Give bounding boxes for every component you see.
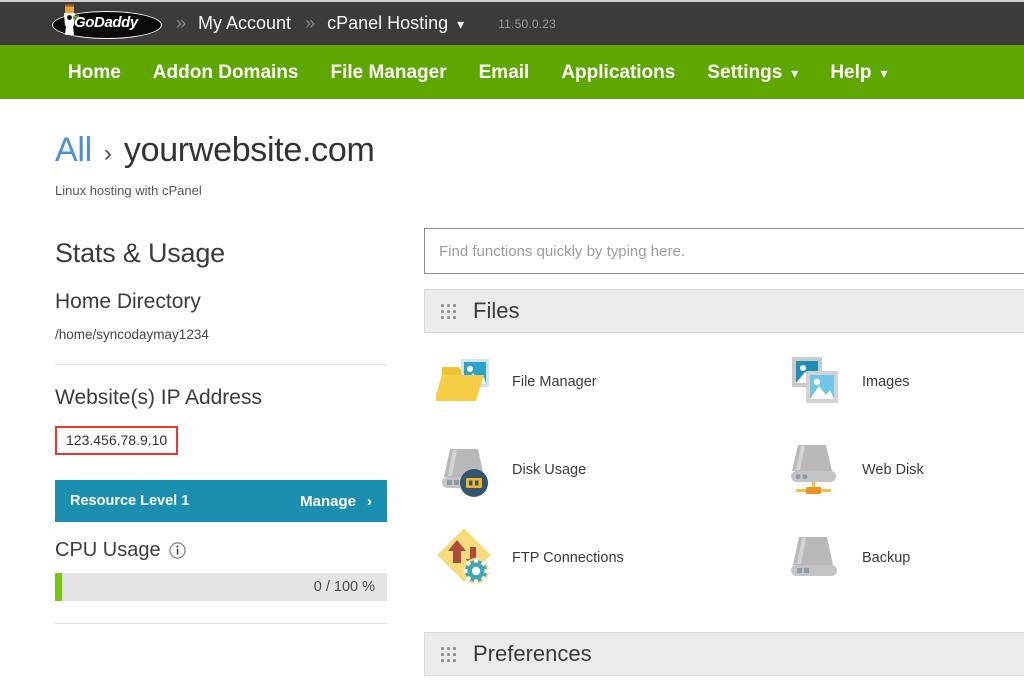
resource-level-banner[interactable]: Resource Level 1 Manage › <box>55 480 387 522</box>
backup-drive-icon <box>786 527 848 589</box>
nav-item-help[interactable]: Help ▾ <box>830 63 887 82</box>
cpu-usage-bar-fill <box>55 573 62 601</box>
cpanel-page: GoDaddy » My Account » cPanel Hosting ▾ 1… <box>0 0 1024 684</box>
main-nav: Home Addon Domains File Manager Email Ap… <box>0 45 1024 99</box>
topbar-separator-1: » <box>176 13 186 33</box>
cpanel-hosting-label: cPanel Hosting <box>327 13 449 33</box>
logo-text: GoDaddy <box>74 13 138 31</box>
drag-grip-icon[interactable] <box>441 302 459 320</box>
tile-ftp-connections[interactable]: FTP Connections <box>424 514 774 602</box>
tile-label: Images <box>862 374 910 390</box>
tile-label: FTP Connections <box>512 550 624 566</box>
page-subtitle: Linux hosting with cPanel <box>55 183 202 198</box>
nav-item-file-manager[interactable]: File Manager <box>330 63 446 82</box>
chevron-down-icon: ▾ <box>791 64 799 81</box>
nav-item-settings[interactable]: Settings ▾ <box>707 63 798 82</box>
tile-row: FTP Connections Backup <box>424 514 1024 602</box>
cpu-usage-label: CPU Usage <box>55 539 161 561</box>
panel-title-files: Files <box>473 298 520 323</box>
chevron-down-icon: ▾ <box>457 16 465 32</box>
cpu-usage-bar: 0 / 100 % <box>55 573 387 601</box>
chevron-right-icon: › <box>367 492 372 510</box>
search-box[interactable]: Find functions quickly by typing here. <box>424 228 1024 274</box>
resource-level-label: Resource Level 1 <box>70 493 190 509</box>
manage-label: Manage <box>300 492 356 510</box>
nav-label: File Manager <box>330 61 447 83</box>
files-tile-grid: File Manager Images Disk Usage Web Disk … <box>424 338 1024 602</box>
breadcrumb-all-link[interactable]: All <box>55 131 92 170</box>
cpu-usage-row: CPU Usage <box>55 539 387 562</box>
sidebar-divider <box>55 364 387 365</box>
nav-label: Email <box>478 61 530 83</box>
page-title: yourwebsite.com <box>123 131 375 169</box>
top-account-bar: GoDaddy » My Account » cPanel Hosting ▾ 1… <box>0 0 1024 45</box>
cpu-usage-value: 0 / 100 % <box>313 579 375 595</box>
tile-row: Disk Usage Web Disk <box>424 426 1024 514</box>
search-placeholder: Find functions quickly by typing here. <box>439 242 685 260</box>
home-directory-label: Home Directory <box>55 290 201 313</box>
tile-label: Backup <box>862 550 911 566</box>
my-account-link[interactable]: My Account <box>198 13 291 34</box>
disk-usage-icon <box>436 439 498 501</box>
nav-label: Applications <box>561 61 676 83</box>
panel-header-preferences: Preferences <box>424 632 1024 676</box>
ftp-connections-icon <box>436 527 498 589</box>
breadcrumb: All › yourwebsite.com <box>55 131 375 170</box>
drag-grip-icon[interactable] <box>441 645 459 663</box>
breadcrumb-arrow-icon: › <box>103 140 112 167</box>
tile-label: Disk Usage <box>512 462 587 478</box>
stats-heading: Stats & Usage <box>55 238 225 268</box>
folder-image-icon <box>434 351 498 413</box>
godaddy-logo[interactable]: GoDaddy <box>52 3 162 39</box>
tile-label: File Manager <box>512 374 597 390</box>
sidebar-divider-2 <box>55 623 387 624</box>
nav-item-home[interactable]: Home <box>68 63 121 82</box>
nav-item-addon-domains[interactable]: Addon Domains <box>153 63 299 82</box>
cpanel-hosting-menu[interactable]: cPanel Hosting ▾ <box>327 13 464 34</box>
web-disk-icon <box>786 439 848 501</box>
panel-title-preferences: Preferences <box>473 641 592 666</box>
ip-address-value: 123.456.78.9.10 <box>55 426 179 455</box>
topbar-separator-2: » <box>305 13 315 33</box>
tile-web-disk[interactable]: Web Disk <box>774 426 1024 514</box>
nav-label: Settings <box>707 61 783 83</box>
tile-label: Web Disk <box>862 462 924 478</box>
nav-label: Addon Domains <box>152 61 299 83</box>
panel-header-files: Files <box>424 289 1024 333</box>
stats-sidebar: Stats & Usage Home Directory /home/synco… <box>55 238 387 624</box>
home-directory-value: /home/syncodaymay1234 <box>55 327 209 342</box>
cpanel-version: 11.50.0.23 <box>498 16 557 31</box>
nav-label: Home <box>68 61 121 83</box>
ip-address-label: Website(s) IP Address <box>55 386 262 409</box>
manage-link[interactable]: Manage › <box>300 493 372 510</box>
tile-images[interactable]: Images <box>774 338 1024 426</box>
nav-item-applications[interactable]: Applications <box>561 63 675 82</box>
tile-row: File Manager Images <box>424 338 1024 426</box>
tile-file-manager[interactable]: File Manager <box>424 338 774 426</box>
nav-label: Help <box>830 61 872 83</box>
nav-item-email[interactable]: Email <box>479 63 530 82</box>
tile-backup[interactable]: Backup <box>774 514 1024 602</box>
tile-disk-usage[interactable]: Disk Usage <box>424 426 774 514</box>
info-circle-icon[interactable] <box>168 542 186 559</box>
images-stack-icon <box>786 351 848 413</box>
chevron-down-icon: ▾ <box>880 64 888 81</box>
